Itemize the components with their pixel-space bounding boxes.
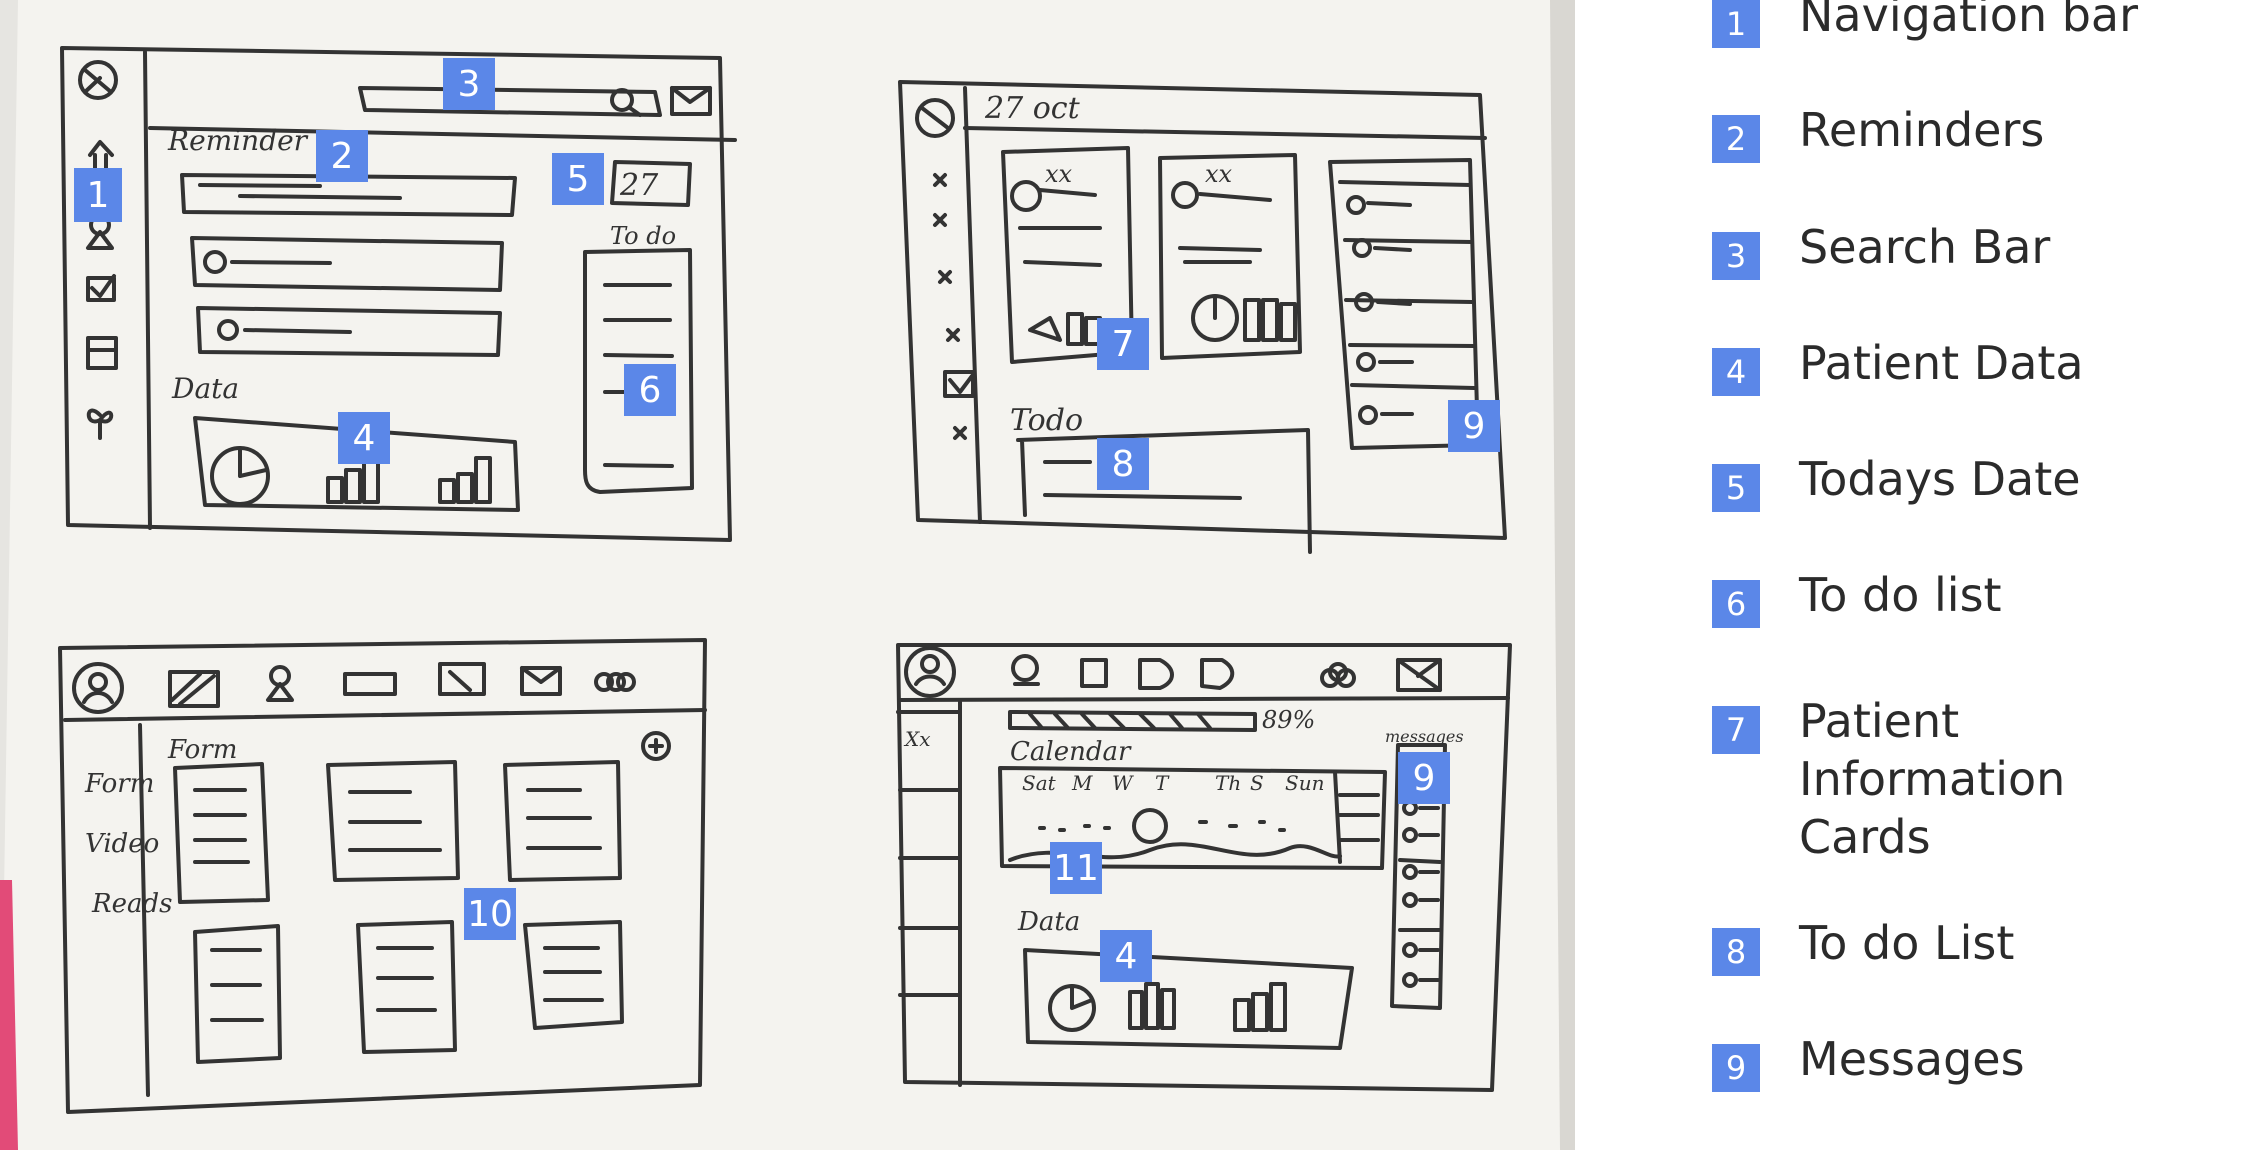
card-name-2: xx bbox=[1205, 160, 1233, 188]
badge-patient-data: 4 bbox=[338, 412, 390, 464]
day-sun: Sun bbox=[1285, 771, 1324, 795]
progress-label: 89% bbox=[1262, 706, 1315, 734]
day-th: Th bbox=[1215, 771, 1241, 795]
legend-label: To do List bbox=[1799, 916, 2015, 970]
badge-date: 5 bbox=[552, 153, 604, 205]
legend-number: 5 bbox=[1712, 464, 1760, 512]
badge-reminders: 2 bbox=[316, 130, 368, 182]
legend-number: 8 bbox=[1712, 928, 1760, 976]
legend-number: 2 bbox=[1712, 115, 1760, 163]
date-label-patients: 27 oct bbox=[984, 91, 1081, 126]
legend-label: Messages bbox=[1799, 1032, 2025, 1086]
legend-label: Patient Data bbox=[1799, 336, 2084, 390]
legend-number: 4 bbox=[1712, 348, 1760, 396]
legend-label: Navigation bar bbox=[1799, 0, 2139, 42]
legend-label: Search Bar bbox=[1799, 220, 2051, 274]
badge-todo-list: 8 bbox=[1097, 438, 1149, 490]
date-label: 27 bbox=[619, 168, 659, 203]
data-label: Data bbox=[171, 372, 239, 405]
library-sidebar-reads: Reads bbox=[91, 889, 172, 919]
legend-label: Todays Date bbox=[1799, 452, 2081, 506]
sketch-photo: Reminder To do Data 27 27 oct xx xx Todo… bbox=[0, 0, 1575, 1150]
legend-number: 7 bbox=[1712, 706, 1760, 754]
calendar-sidebar-item: Xx bbox=[903, 727, 931, 751]
calendar-label: Calendar bbox=[1010, 737, 1132, 767]
messages-label: messages bbox=[1385, 727, 1464, 746]
day-sat: Sat bbox=[1022, 771, 1057, 795]
day-w: W bbox=[1112, 771, 1134, 795]
library-sidebar-form: Form bbox=[84, 769, 154, 799]
data-label-calendar: Data bbox=[1017, 907, 1080, 937]
day-t: T bbox=[1155, 771, 1170, 795]
badge-navigation: 1 bbox=[74, 168, 122, 222]
day-s: S bbox=[1250, 771, 1264, 795]
todo-label-patients: Todo bbox=[1010, 403, 1083, 438]
reminder-label: Reminder bbox=[167, 124, 309, 157]
library-section-title: Form bbox=[167, 735, 237, 765]
card-name-1: xx bbox=[1045, 160, 1073, 188]
badge-todo: 6 bbox=[624, 364, 676, 416]
legend-number: 1 bbox=[1712, 0, 1760, 48]
sketch-drawing: Reminder To do Data 27 27 oct xx xx Todo… bbox=[0, 0, 1575, 1150]
todo-label: To do bbox=[610, 222, 676, 250]
badge-patient-cards: 7 bbox=[1097, 318, 1149, 370]
badge-messages-2: 9 bbox=[1398, 752, 1450, 804]
day-m: M bbox=[1071, 771, 1093, 795]
badge-calendar: 11 bbox=[1050, 842, 1102, 894]
legend-number: 6 bbox=[1712, 580, 1760, 628]
legend-label: Patient Information Cards bbox=[1799, 694, 2066, 864]
legend-number: 3 bbox=[1712, 232, 1760, 280]
badge-messages: 9 bbox=[1448, 400, 1500, 452]
legend-label: To do list bbox=[1799, 568, 2002, 622]
library-sidebar-video: Video bbox=[85, 829, 159, 859]
legend-label: Reminders bbox=[1799, 103, 2045, 157]
badge-library: 10 bbox=[464, 888, 516, 940]
legend: 1 Navigation bar 2 Reminders 3 Search Ba… bbox=[1575, 0, 2244, 1150]
badge-patient-data-2: 4 bbox=[1100, 930, 1152, 982]
legend-number: 9 bbox=[1712, 1044, 1760, 1092]
badge-search: 3 bbox=[443, 58, 495, 110]
